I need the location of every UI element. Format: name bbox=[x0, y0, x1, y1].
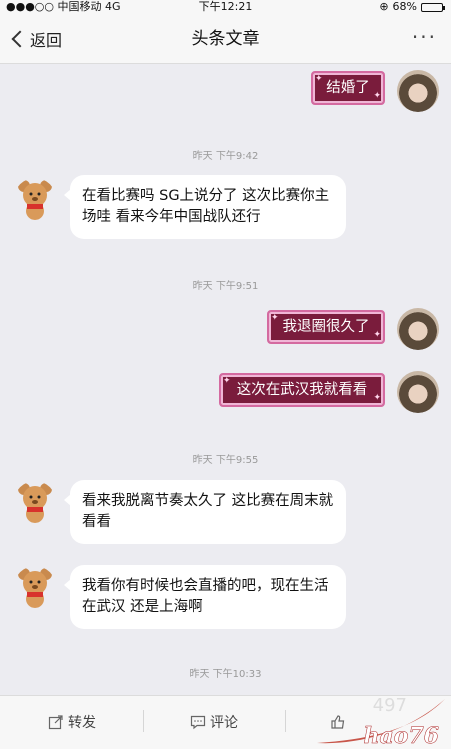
message-text: 结婚了 bbox=[326, 80, 370, 96]
message-bubble-right[interactable]: ✦ ✦ 我退圈很久了 bbox=[267, 310, 385, 344]
avatar[interactable] bbox=[397, 308, 439, 350]
share-icon bbox=[48, 715, 63, 730]
avatar[interactable] bbox=[14, 566, 56, 608]
avatar[interactable] bbox=[397, 371, 439, 413]
message-bubble-left[interactable]: 在看比赛吗 SG上说分了 这次比赛你主场哇 看来今年中国战队还行 bbox=[64, 175, 346, 239]
message-bubble-left[interactable]: 看来我脱离节奏太久了 这比赛在周末就看看 bbox=[64, 480, 346, 544]
sparkle-icon: ✦ bbox=[373, 393, 381, 403]
avatar[interactable] bbox=[14, 481, 56, 523]
forward-button[interactable]: 转发 bbox=[48, 696, 96, 748]
timestamp: 昨天 下午10:33 bbox=[189, 669, 262, 680]
message-bubble-left[interactable]: 我看你有时候也会直播的吧，现在生活在武汉 还是上海啊 bbox=[64, 565, 346, 629]
battery-percent: 68% bbox=[392, 0, 417, 13]
message-text: 这次在武汉我就看看 bbox=[236, 382, 368, 398]
sparkle-icon: ✦ bbox=[373, 330, 381, 340]
timestamp: 昨天 下午9:51 bbox=[192, 281, 259, 292]
avatar[interactable] bbox=[397, 70, 439, 112]
sparkle-icon: ✦ bbox=[223, 376, 231, 386]
message-bubble-right[interactable]: ✦ ✦ 结婚了 bbox=[311, 71, 385, 105]
message-text: 我看你有时候也会直播的吧，现在生活在武汉 还是上海啊 bbox=[82, 578, 329, 615]
sparkle-icon: ✦ bbox=[373, 91, 381, 101]
bear-avatar-icon bbox=[18, 483, 52, 523]
message-bubble-right[interactable]: ✦ ✦ 这次在武汉我就看看 bbox=[219, 373, 385, 407]
watermark-logo: hao76 bbox=[363, 723, 439, 749]
comment-label: 评论 bbox=[210, 715, 238, 731]
sparkle-icon: ✦ bbox=[271, 313, 279, 323]
lock-icon: ⊕ bbox=[379, 0, 389, 13]
forward-label: 转发 bbox=[68, 715, 96, 731]
message-text: 在看比赛吗 SG上说分了 这次比赛你主场哇 看来今年中国战队还行 bbox=[82, 188, 330, 225]
timestamp: 昨天 下午9:42 bbox=[192, 151, 259, 162]
message-text: 我退圈很久了 bbox=[282, 319, 370, 335]
divider bbox=[285, 710, 286, 732]
watermark-number: 497 bbox=[372, 695, 407, 716]
status-bar: ●●●○○ 中国移动 4G 下午12:21 ⊕ 68% bbox=[0, 0, 451, 14]
comment-icon bbox=[190, 715, 206, 730]
bear-avatar-icon bbox=[18, 180, 52, 220]
battery-icon bbox=[421, 2, 445, 12]
avatar[interactable] bbox=[14, 178, 56, 220]
nav-bar: 返回 头条文章 ··· bbox=[0, 14, 451, 64]
message-text: 看来我脱离节奏太久了 这比赛在周末就看看 bbox=[82, 493, 334, 530]
divider bbox=[143, 710, 144, 732]
page-title: 头条文章 bbox=[191, 29, 260, 49]
status-right: ⊕ 68% bbox=[379, 0, 445, 14]
sparkle-icon: ✦ bbox=[315, 74, 323, 84]
watermark: 497 hao76 bbox=[317, 693, 447, 749]
chat-area[interactable]: ✦ ✦ 结婚了 昨天 下午9:42 在看比赛吗 SG上说分了 这次比赛你主场哇 … bbox=[0, 65, 451, 695]
more-icon[interactable]: ··· bbox=[412, 14, 437, 60]
bear-avatar-icon bbox=[18, 568, 52, 608]
timestamp: 昨天 下午9:55 bbox=[192, 455, 259, 466]
comment-button[interactable]: 评论 bbox=[190, 696, 238, 748]
